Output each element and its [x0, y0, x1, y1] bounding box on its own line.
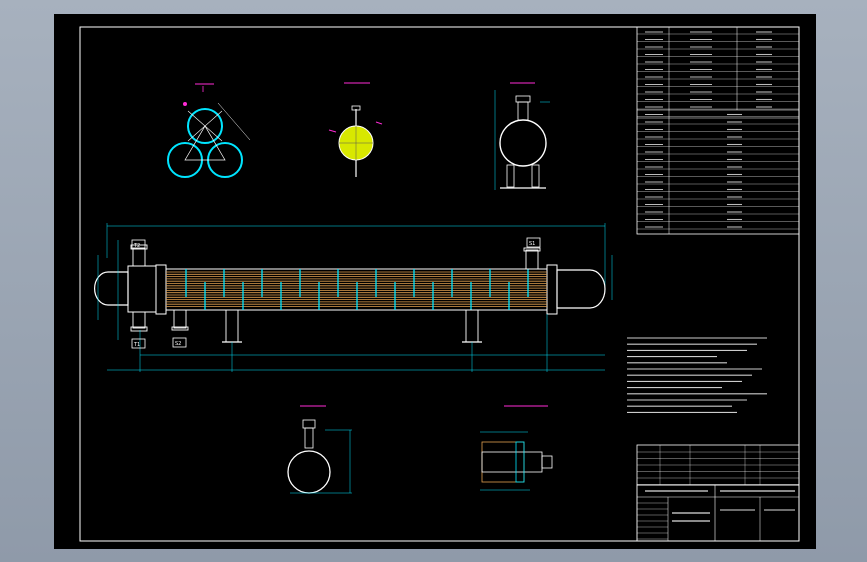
- nozzle-tag-s1: S1: [526, 237, 541, 248]
- spec-table: [636, 26, 800, 235]
- tube-layout-view: [167, 83, 251, 178]
- title-block: [636, 484, 800, 542]
- technical-notes: [627, 337, 767, 413]
- shell-end-view: [494, 82, 550, 190]
- nozzle-section-view: [287, 405, 352, 494]
- parts-list: [636, 444, 800, 486]
- nozzle-label-s2: S2: [175, 341, 181, 347]
- nozzle-label-s1: S1: [529, 241, 535, 247]
- tube-sheet-view: [328, 82, 383, 177]
- tube-joint-detail: [480, 405, 553, 491]
- nozzle-label-t2: T2: [133, 243, 140, 249]
- nozzle-tag-s2: S2: [172, 337, 187, 348]
- nozzle-tag-t1: T1: [131, 338, 146, 349]
- cad-drawing: T2 T1 S1 S2: [79, 26, 800, 542]
- drawing-frame: [79, 26, 800, 542]
- nozzle-label-t1: T1: [133, 342, 140, 348]
